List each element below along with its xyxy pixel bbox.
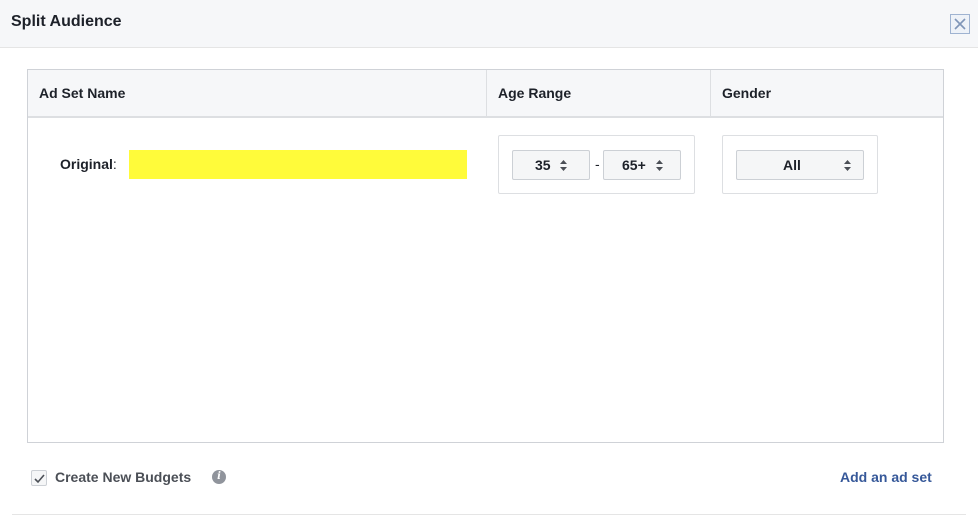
checkmark-icon [34,474,45,484]
age-min-select[interactable]: 35 [512,150,590,180]
age-range-dash: - [595,156,600,172]
close-icon [954,18,966,30]
sort-arrows-icon [656,160,663,171]
gender-group: All [722,135,878,194]
dialog-title: Split Audience [11,13,122,30]
age-range-group: 35 - 65+ [498,135,695,194]
age-max-select[interactable]: 65+ [603,150,681,180]
label-separator: : [112,156,117,172]
gender-select[interactable]: All [736,150,864,180]
audience-table: Ad Set Name Age Range Gender Original: 3… [27,69,944,443]
age-min-value: 35 [535,157,551,173]
sort-arrows-icon [560,160,567,171]
redacted-ad-set-name [129,150,467,179]
dialog-header: Split Audience [0,0,978,48]
sort-arrows-icon [844,160,851,171]
footer-divider [12,514,966,515]
create-new-budgets-label: Create New Budgets [55,469,192,485]
age-max-value: 65+ [622,157,646,173]
create-new-budgets-checkbox[interactable] [31,470,47,486]
column-header-gender: Gender [722,85,772,101]
column-header-ad-set-name: Ad Set Name [28,70,487,116]
ad-set-name-label: Original: [60,156,117,172]
gender-value: All [783,157,801,173]
column-header-age-range: Age Range [487,70,711,116]
original-label: Original [60,156,113,172]
info-icon[interactable]: i [212,470,226,484]
add-ad-set-link[interactable]: Add an ad set [840,469,932,485]
table-header: Ad Set Name Age Range Gender [28,70,943,118]
close-button[interactable] [950,14,970,34]
